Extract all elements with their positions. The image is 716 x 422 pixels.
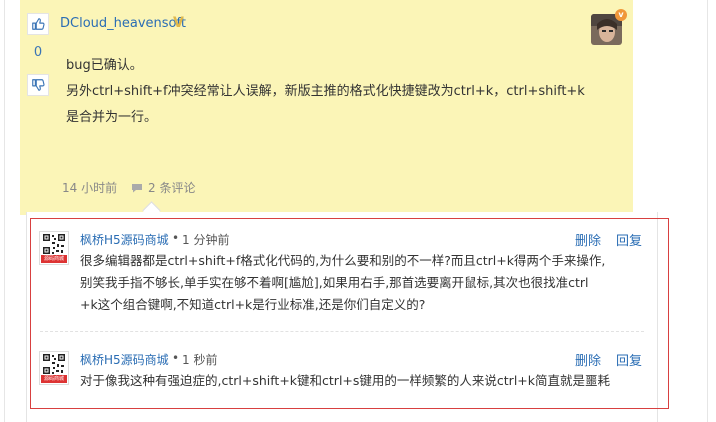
comment-divider <box>40 331 644 332</box>
avatar-tag: 源码商城 <box>41 375 67 383</box>
delete-comment-button[interactable]: 删除 <box>575 350 601 369</box>
answer-body: bug已确认。 另外ctrl+shift+f冲突经常让人误解，新版主推的格式化快… <box>66 53 606 131</box>
answer-author-link[interactable]: DCloud_heavensoft <box>60 16 186 31</box>
comment-separator: • <box>172 231 180 245</box>
comment-line: 很多编辑器都是ctrl+shift+f格式化代码的,为什么要和别的不一样?而且c… <box>80 253 606 268</box>
speech-bubble-icon <box>132 183 142 192</box>
comment-timestamp: 1 秒前 <box>182 353 218 367</box>
avatar-level-badge: v <box>615 9 627 21</box>
qr-code-icon <box>42 233 66 255</box>
avatar-tag: 源码商城 <box>41 255 67 263</box>
comment-avatar[interactable]: 源码商城 <box>39 231 69 265</box>
comment-line: 别笑我手指不够长,单手实在够不着啊[尴尬],如果用右手,那首选要离开鼠标,其次也… <box>80 275 589 290</box>
qr-code-icon <box>42 353 66 375</box>
reply-comment-button[interactable]: 回复 <box>616 230 642 249</box>
upvote-button[interactable] <box>27 13 49 35</box>
page-left-border <box>4 0 5 422</box>
comment-body: 对于像我这种有强迫症的,ctrl+shift+k键和ctrl+s键用的一样频繁的… <box>80 370 610 392</box>
thumbs-up-icon <box>32 18 45 30</box>
comment-line: +k这个组合键啊,不知道ctrl+k是行业标准,还是你们自定义的? <box>80 297 426 312</box>
answer-line: 是合并为一行。 <box>66 110 158 125</box>
vote-count: 0 <box>33 45 43 60</box>
downvote-button[interactable] <box>27 74 49 96</box>
comment-author-link[interactable]: 枫桥H5源码商城 <box>80 351 169 368</box>
answer-timestamp: 14 小时前 <box>62 181 118 195</box>
thumbs-down-icon <box>32 79 45 91</box>
comment-body: 很多编辑器都是ctrl+shift+f格式化代码的,为什么要和别的不一样?而且c… <box>80 250 605 316</box>
delete-comment-button[interactable]: 删除 <box>575 230 601 249</box>
page-right-border <box>707 0 708 422</box>
verified-badge: V <box>173 15 184 31</box>
answer-line: 另外ctrl+shift+f冲突经常让人误解，新版主推的格式化快捷键改为ctrl… <box>66 84 585 99</box>
comments-count: 2 条评论 <box>148 181 196 195</box>
comment-author-link[interactable]: 枫桥H5源码商城 <box>80 231 169 248</box>
comment-line: 对于像我这种有强迫症的,ctrl+shift+k键和ctrl+s键用的一样频繁的… <box>80 373 611 388</box>
answer-line: bug已确认。 <box>66 58 143 73</box>
comment-separator: • <box>172 351 180 365</box>
comments-toggle[interactable]: 2 条评论 <box>131 179 195 196</box>
comment-avatar[interactable]: 源码商城 <box>39 351 69 385</box>
comment-timestamp: 1 分钟前 <box>182 233 230 247</box>
reply-comment-button[interactable]: 回复 <box>616 350 642 369</box>
